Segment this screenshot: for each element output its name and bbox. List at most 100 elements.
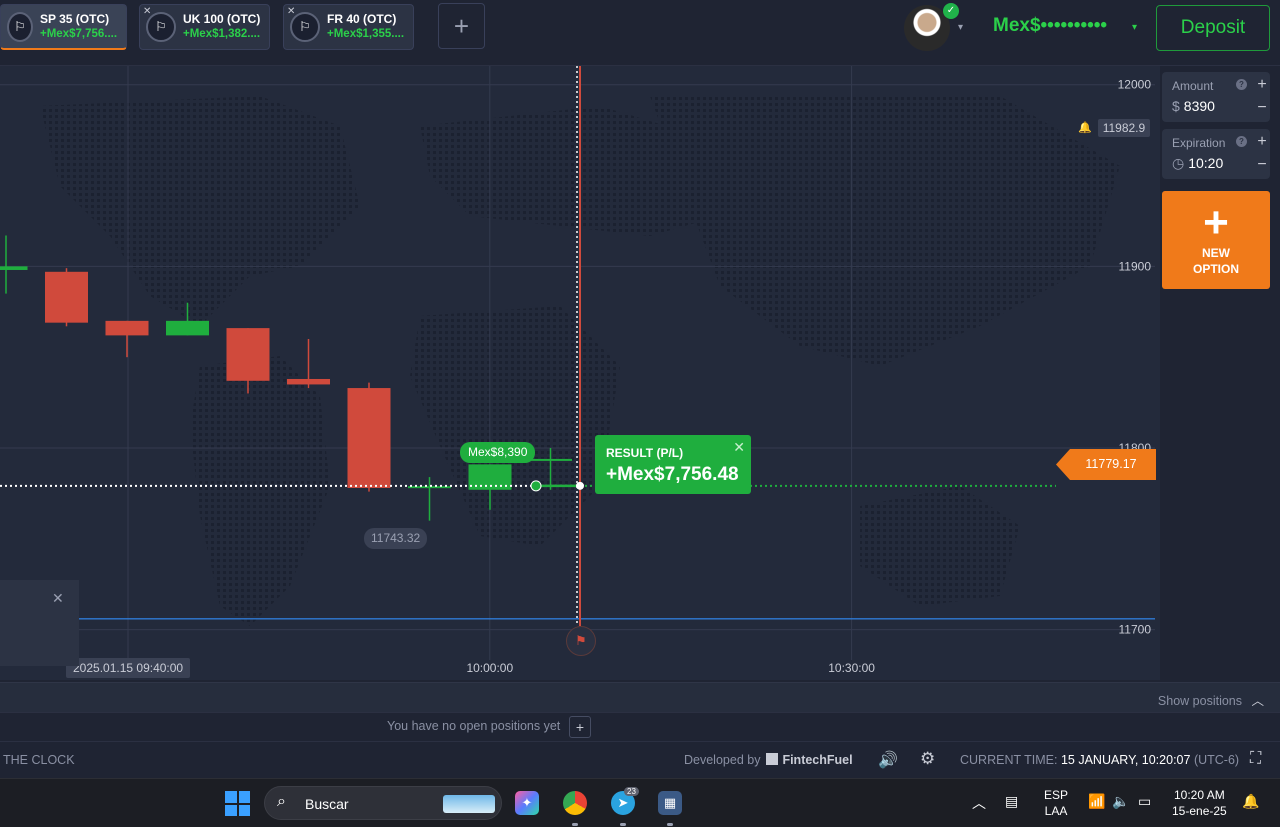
chevron-down-icon[interactable]: ▾ [1132, 22, 1137, 33]
developer-credit[interactable]: Developed by FintechFuel [684, 753, 853, 767]
amount-value: 8390 [1183, 98, 1215, 114]
input-language[interactable]: ESP LAA [1044, 787, 1068, 819]
top-bar: ⚐ SP 35 (OTC) +Mex$7,756.... ✕ ⚐ UK 100 … [0, 0, 1280, 66]
running-indicator [572, 823, 578, 826]
fullscreen-icon[interactable]: ⛶ [1250, 750, 1261, 768]
notification-bell-icon[interactable]: 🔔 [1242, 793, 1259, 810]
trade-amount-label: Mex$8,390 [460, 442, 536, 463]
asset-tab-name: FR 40 (OTC) [327, 12, 397, 26]
y-tick-label: 11900 [1119, 259, 1152, 273]
result-card: RESULT (P/L) +Mex$7,756.48 ✕ [595, 435, 751, 494]
ime-layout: LAA [1044, 804, 1068, 818]
close-icon[interactable]: ✕ [52, 590, 64, 607]
asset-tab-uk100[interactable]: ✕ ⚐ UK 100 (OTC) +Mex$1,382.... [139, 4, 270, 50]
chevron-down-icon[interactable]: ▾ [958, 22, 963, 33]
ime-language: ESP [1044, 788, 1069, 802]
close-tab-icon[interactable]: ✕ [287, 6, 295, 17]
positions-bar: Show positions ︿ [0, 682, 1280, 712]
asset-tab-sp35[interactable]: ⚐ SP 35 (OTC) +Mex$7,756.... [0, 4, 127, 50]
result-title: RESULT (P/L) [606, 446, 684, 460]
dollar-icon: $ [1172, 98, 1180, 114]
alert-price-tag[interactable]: 🔔 11982.9 [1078, 118, 1151, 137]
chrome-icon[interactable] [563, 791, 587, 815]
add-position-button[interactable]: + [569, 716, 591, 738]
battery-icon[interactable]: ▭ [1138, 793, 1151, 810]
new-option-button[interactable]: + NEW OPTION [1162, 191, 1270, 289]
copilot-icon[interactable]: ✦ [515, 791, 539, 815]
sound-icon[interactable]: 🔊 [878, 750, 898, 770]
verified-check-icon: ✓ [943, 3, 959, 19]
expiry-flag-icon: ⚑ [566, 626, 596, 656]
low-price-label: 11743.32 [364, 528, 428, 549]
deposit-button[interactable]: Deposit [1156, 5, 1270, 51]
volume-icon[interactable]: 🔈 [1112, 793, 1129, 810]
account-balance[interactable]: Mex$•••••••••• [993, 15, 1107, 37]
close-tab-icon[interactable]: ✕ [143, 6, 151, 17]
amount-label: Amount [1172, 79, 1214, 93]
clock-icon: ◷ [1172, 155, 1185, 171]
price-chart[interactable]: 1200011900118001170010:00:0010:30:0011:0… [0, 66, 1160, 680]
flag-icon: ⚐ [7, 11, 33, 42]
running-indicator [667, 823, 673, 826]
expiration-field[interactable]: ◷ 10:20 [1172, 155, 1223, 172]
asset-tab-name: SP 35 (OTC) [40, 11, 110, 26]
expiration-control[interactable]: Expiration ? + − ◷ 10:20 [1162, 129, 1270, 179]
candle-body [105, 320, 149, 336]
candle-body [347, 388, 391, 488]
x-tick-label: 10:30:00 [828, 661, 875, 675]
current-time: CURRENT TIME: 15 JANUARY, 10:20:07 (UTC-… [960, 753, 1239, 767]
candle-body [408, 486, 451, 489]
asset-tab-pl: +Mex$7,756.... [40, 27, 118, 40]
amount-increase-button[interactable]: + [1254, 77, 1270, 93]
no-positions-message: You have no open positions yet [387, 719, 561, 733]
close-icon[interactable]: ✕ [733, 439, 745, 456]
gear-icon[interactable]: ⚙ [920, 749, 935, 769]
expiration-decrease-button[interactable]: − [1254, 157, 1270, 173]
system-date: 15-ene-25 [1172, 804, 1227, 818]
brand-logo-icon [766, 753, 779, 765]
developed-by-label: Developed by [684, 753, 761, 767]
side-overlay-panel: ✕ [0, 580, 79, 666]
running-indicator [620, 823, 626, 826]
result-value: +Mex$7,756.48 [606, 464, 739, 485]
asset-tab-name: UK 100 (OTC) [183, 12, 261, 26]
system-time: 10:20 AM [1174, 788, 1225, 802]
timezone: (UTC-6) [1193, 753, 1240, 767]
windows-start-icon[interactable] [225, 791, 250, 816]
telegram-badge: 23 [624, 787, 639, 796]
brand-name: FintechFuel [782, 753, 853, 767]
taskbar-search[interactable]: ⌕ Buscar [264, 786, 502, 820]
asset-tab-pl: +Mex$1,355.... [327, 28, 405, 40]
amount-decrease-button[interactable]: − [1254, 100, 1270, 116]
candle-body [45, 271, 88, 323]
candle-body [226, 328, 270, 381]
help-icon[interactable]: ? [1236, 79, 1247, 90]
amount-field[interactable]: $8390 [1172, 98, 1215, 114]
y-tick-label: 11700 [1119, 623, 1152, 637]
calculator-icon[interactable]: ▦ [658, 791, 682, 815]
candle-body [287, 378, 330, 385]
notes-icon[interactable]: ▤ [1005, 793, 1018, 810]
windows-taskbar: ⌕ Buscar ✦ ➤ 23 ▦ ︿ ▤ ESP LAA 📶 🔈 ▭ 10:2… [0, 778, 1280, 827]
show-positions-button[interactable]: Show positions ︿ [1158, 690, 1264, 709]
trade-entry-marker [530, 480, 542, 492]
current-price-dot [576, 481, 584, 490]
x-tick-label: 10:00:00 [466, 661, 513, 675]
wifi-icon[interactable]: 📶 [1088, 793, 1105, 810]
chart-canvas[interactable]: 1200011900118001170010:00:0010:30:0011:0… [0, 66, 1160, 680]
expiration-increase-button[interactable]: + [1254, 134, 1270, 150]
bell-icon: 🔔 [1078, 122, 1092, 134]
new-option-label: OPTION [1192, 262, 1239, 276]
search-icon: ⌕ [277, 793, 286, 810]
asset-tab-fr40[interactable]: ✕ ⚐ FR 40 (OTC) +Mex$1,355.... [283, 4, 414, 50]
system-clock[interactable]: 10:20 AM 15-ene-25 [1172, 787, 1227, 819]
asset-tab-pl: +Mex$1,382.... [183, 28, 261, 40]
amount-control[interactable]: Amount ? + − $8390 [1162, 72, 1270, 122]
alert-price-value: 11982.9 [1097, 118, 1151, 137]
show-positions-label: Show positions [1157, 694, 1242, 708]
current-time-label: CURRENT TIME: [960, 753, 1058, 767]
help-icon[interactable]: ? [1236, 136, 1247, 147]
add-tab-button[interactable]: + [438, 3, 485, 49]
chevron-up-icon[interactable]: ︿ [972, 793, 986, 813]
current-price-tag: 11779.17 [1056, 449, 1156, 480]
